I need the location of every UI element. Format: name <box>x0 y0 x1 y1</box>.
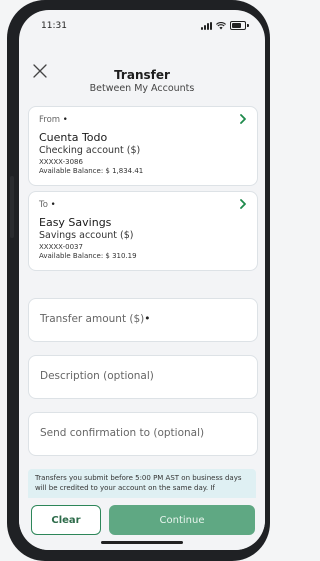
status-time: 11:31 <box>41 21 67 31</box>
from-account-card[interactable]: From • Cuenta Todo Checking account ($) … <box>28 106 258 186</box>
side-button <box>10 176 14 238</box>
battery-tip <box>247 24 249 27</box>
required-marker: • <box>144 313 151 325</box>
from-account-number: XXXXX-3086 <box>39 158 83 166</box>
home-indicator <box>101 541 183 544</box>
phone-frame: 11:31 Transfer Between My Accounts From … <box>7 0 270 561</box>
description-placeholder: Description (optional) <box>40 370 154 382</box>
confirmation-placeholder: Send confirmation to (optional) <box>40 427 205 439</box>
to-account-balance: Available Balance: $ 310.19 <box>39 252 137 260</box>
required-marker: • <box>62 115 68 125</box>
to-account-type: Savings account ($) <box>39 230 134 241</box>
device: 11:31 Transfer Between My Accounts From … <box>0 0 273 561</box>
continue-button[interactable]: Continue <box>109 505 255 535</box>
amount-placeholder-text: Transfer amount ($) <box>40 313 145 325</box>
transfer-amount-placeholder: Transfer amount ($)• <box>40 313 151 325</box>
clear-button[interactable]: Clear <box>31 505 101 535</box>
header: Transfer Between My Accounts <box>19 48 265 94</box>
confirmation-input[interactable]: Send confirmation to (optional) <box>28 412 258 456</box>
required-marker: • <box>50 200 56 210</box>
from-account-balance: Available Balance: $ 1,834.41 <box>39 167 144 175</box>
system-icons <box>201 21 249 30</box>
battery-icon <box>230 21 246 30</box>
to-account-card[interactable]: To • Easy Savings Savings account ($) XX… <box>28 191 258 271</box>
page-title: Transfer <box>114 68 170 82</box>
page-subtitle: Between My Accounts <box>89 83 195 94</box>
to-label-text: To <box>39 200 48 210</box>
to-account-number: XXXXX-0037 <box>39 243 83 251</box>
transfer-amount-input[interactable]: Transfer amount ($)• <box>28 298 258 342</box>
to-account-name: Easy Savings <box>39 216 112 229</box>
from-account-name: Cuenta Todo <box>39 131 108 144</box>
signal-icon <box>201 21 212 30</box>
to-label: To • <box>39 200 56 210</box>
chevron-right-icon[interactable] <box>239 114 247 124</box>
from-label: From • <box>39 115 68 125</box>
screen: 11:31 Transfer Between My Accounts From … <box>19 10 265 550</box>
wifi-icon <box>216 21 226 29</box>
from-label-text: From <box>39 115 61 125</box>
status-bar: 11:31 <box>19 10 265 40</box>
notice-text: Transfers you submit before 5:00 PM AST … <box>35 474 242 492</box>
description-input[interactable]: Description (optional) <box>28 355 258 399</box>
chevron-right-icon[interactable] <box>239 199 247 209</box>
from-account-type: Checking account ($) <box>39 145 141 156</box>
